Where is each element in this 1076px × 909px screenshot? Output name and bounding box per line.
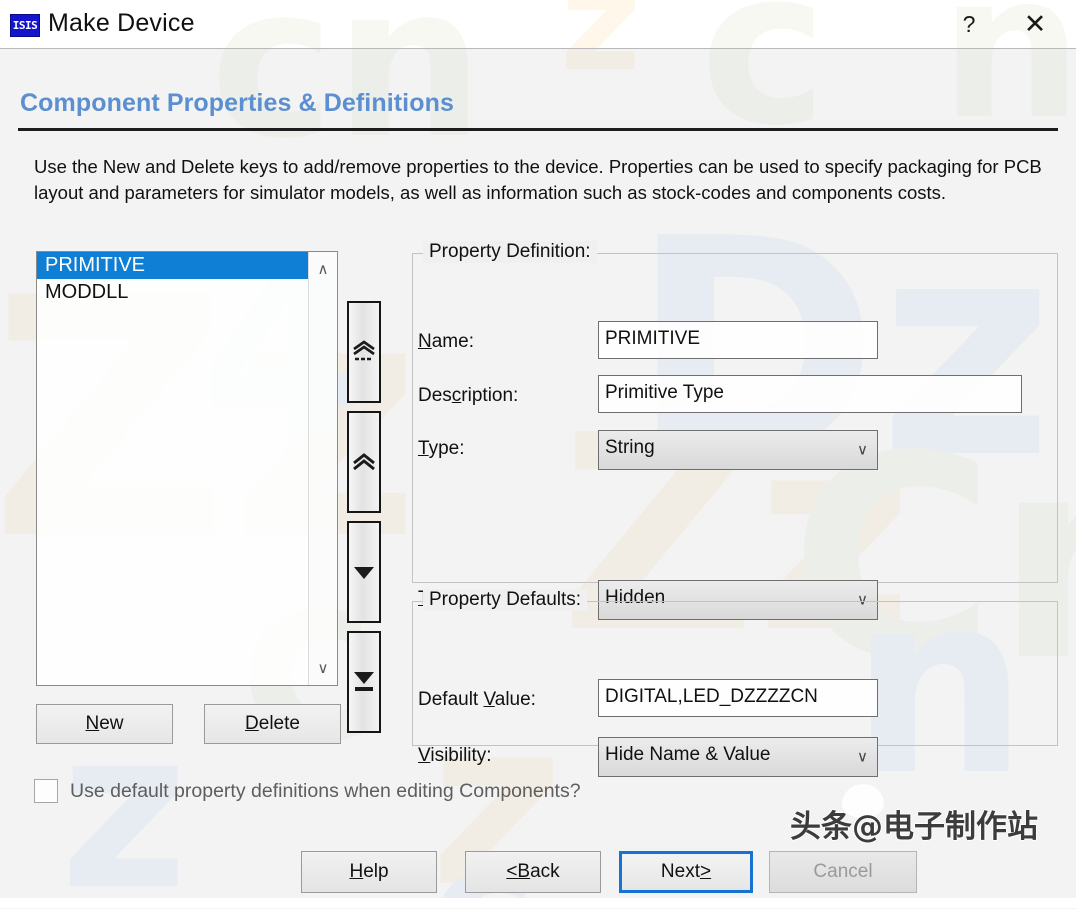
move-to-top-button[interactable] <box>347 301 381 403</box>
move-to-bottom-icon <box>351 669 377 695</box>
scroll-down-icon[interactable]: ∨ <box>309 655 337 681</box>
close-icon[interactable]: ✕ <box>1004 0 1066 48</box>
window-title: Make Device <box>48 9 195 37</box>
description-label: Description: <box>418 385 519 406</box>
property-definition-group-title: Property Definition: <box>423 241 597 263</box>
visibility-label: Visibility: <box>418 745 492 766</box>
type-select-value: String <box>605 437 655 458</box>
use-default-props-label: Use default property definitions when ed… <box>70 779 581 802</box>
move-to-top-icon <box>351 340 377 364</box>
name-label: Name: <box>418 331 474 352</box>
help-button[interactable]: Help <box>301 851 437 893</box>
new-button[interactable]: New <box>36 704 173 744</box>
help-icon[interactable]: ? <box>938 0 1000 48</box>
help-button-label: Help <box>349 861 389 882</box>
property-list[interactable]: PRIMITIVE MODDLL ∧ ∨ <box>36 251 338 686</box>
list-item[interactable]: PRIMITIVE <box>37 252 308 279</box>
property-defaults-group: Property Defaults: <box>412 589 1058 746</box>
move-up-icon <box>351 451 377 473</box>
chevron-down-icon: ∨ <box>857 748 868 766</box>
default-value-input[interactable]: DIGITAL,LED_DZZZZCN <box>598 679 878 717</box>
cancel-button: Cancel <box>769 851 917 893</box>
bottom-edge <box>0 898 1076 908</box>
list-scrollbar[interactable]: ∧ ∨ <box>308 252 337 685</box>
new-button-label: New <box>85 713 124 734</box>
chevron-down-icon: ∨ <box>857 441 868 459</box>
isis-app-icon: ISIS <box>10 14 40 37</box>
cancel-button-label: Cancel <box>813 861 873 882</box>
move-to-bottom-button[interactable] <box>347 631 381 733</box>
move-down-icon <box>351 562 377 582</box>
heading-divider <box>18 128 1058 131</box>
dialog-body: Component Properties & Definitions Use t… <box>0 48 1076 909</box>
name-input[interactable]: PRIMITIVE <box>598 321 878 359</box>
move-up-button[interactable] <box>347 411 381 513</box>
type-label: Type: <box>418 438 465 459</box>
delete-button-label: Delete <box>245 713 300 734</box>
property-list-items: PRIMITIVE MODDLL <box>37 252 308 306</box>
next-button-label: Next> <box>660 861 712 882</box>
property-definition-group: Property Definition: <box>412 241 1058 583</box>
move-down-button[interactable] <box>347 521 381 623</box>
delete-button[interactable]: Delete <box>204 704 341 744</box>
use-default-props-checkbox[interactable] <box>34 779 58 803</box>
visibility-select[interactable]: Hide Name & Value ∨ <box>598 737 878 777</box>
isis-icon-label: ISIS <box>12 19 38 32</box>
back-button[interactable]: <Back <box>465 851 601 893</box>
use-default-props-row[interactable]: Use default property definitions when ed… <box>34 779 581 803</box>
property-defaults-group-title: Property Defaults: <box>423 589 588 611</box>
title-bar: ISIS Make Device ? ✕ <box>0 0 1076 48</box>
intro-text: Use the New and Delete keys to add/remov… <box>34 156 1042 203</box>
scroll-up-icon[interactable]: ∧ <box>309 256 337 282</box>
visibility-select-value: Hide Name & Value <box>605 744 771 765</box>
next-button[interactable]: Next> <box>619 851 753 893</box>
default-value-label: Default Value: <box>418 689 536 710</box>
back-button-label: <Back <box>506 861 560 882</box>
list-item[interactable]: MODDLL <box>37 279 308 306</box>
type-select[interactable]: String ∨ <box>598 430 878 470</box>
page-title: Component Properties & Definitions <box>20 89 454 117</box>
description-input[interactable]: Primitive Type <box>598 375 1022 413</box>
